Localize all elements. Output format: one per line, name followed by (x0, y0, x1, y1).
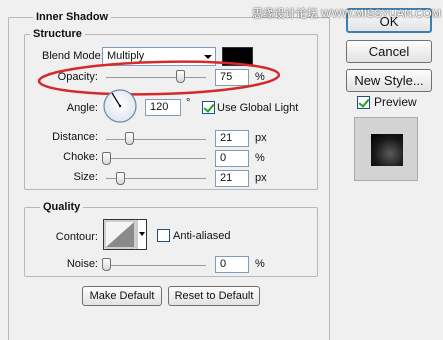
quality-title: Quality (40, 201, 84, 213)
size-unit: px (255, 172, 267, 184)
distance-unit: px (255, 132, 267, 144)
angle-unit: ° (186, 97, 191, 109)
choke-input[interactable]: 0 (215, 150, 249, 167)
preview-label[interactable]: Preview (374, 96, 417, 109)
cancel-button[interactable]: Cancel (346, 40, 432, 63)
choke-unit: % (255, 152, 265, 164)
reset-to-default-button[interactable]: Reset to Default (168, 286, 260, 306)
preview-thumbnail (354, 117, 418, 181)
contour-label: Contour: (55, 231, 98, 243)
preview-checkbox[interactable] (357, 96, 370, 109)
use-global-light-label[interactable]: Use Global Light (217, 102, 298, 115)
preview-swatch (371, 134, 403, 166)
watermark: 思缘设计论坛 WWW.MISSYUAN.COM (252, 8, 441, 20)
choke-slider-thumb[interactable] (102, 152, 111, 165)
new-style-button[interactable]: New Style... (346, 69, 432, 92)
anti-aliased-checkbox[interactable] (157, 229, 170, 242)
noise-slider-track[interactable] (106, 265, 206, 266)
size-slider-thumb[interactable] (116, 172, 125, 185)
noise-label: Noise: (66, 258, 98, 270)
distance-label: Distance: (52, 131, 98, 143)
angle-label: Angle: (66, 102, 98, 114)
distance-slider-track[interactable] (106, 139, 206, 140)
inner-shadow-title: Inner Shadow (33, 11, 112, 23)
make-default-button[interactable]: Make Default (82, 286, 162, 306)
anti-aliased-label[interactable]: Anti-aliased (173, 230, 230, 243)
noise-slider-thumb[interactable] (102, 258, 111, 271)
size-label: Size: (73, 171, 98, 183)
size-input[interactable]: 21 (215, 170, 249, 187)
choke-label: Choke: (63, 151, 98, 163)
use-global-light-checkbox[interactable] (202, 101, 215, 114)
structure-title: Structure (30, 28, 85, 40)
angle-dial[interactable] (102, 88, 138, 124)
noise-input[interactable]: 0 (215, 256, 249, 273)
noise-unit: % (255, 258, 265, 270)
contour-picker[interactable] (103, 219, 147, 250)
choke-slider-track[interactable] (106, 158, 206, 159)
angle-input[interactable]: 120 (145, 99, 181, 116)
annotation-ellipse (37, 60, 281, 96)
distance-slider-thumb[interactable] (125, 132, 134, 145)
distance-input[interactable]: 21 (215, 130, 249, 147)
